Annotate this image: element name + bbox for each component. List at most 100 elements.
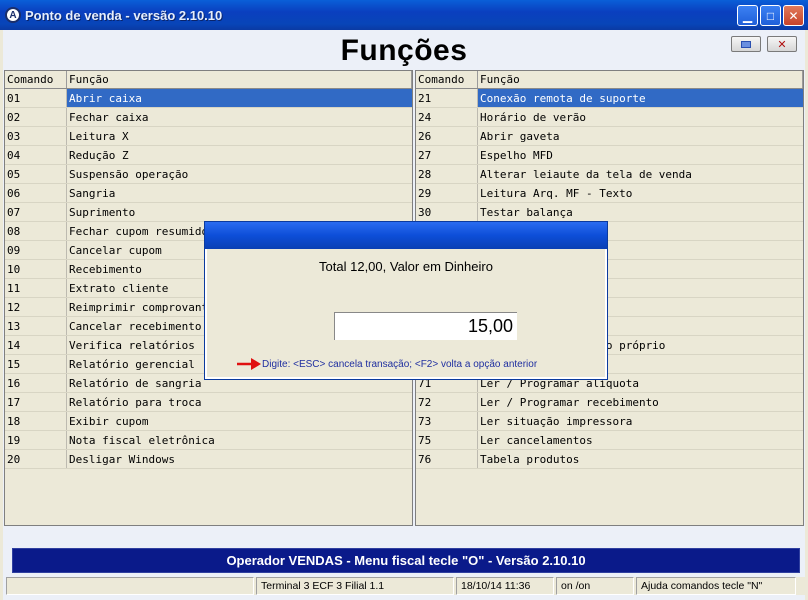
- status-banner: Operador VENDAS - Menu fiscal tecle "O" …: [12, 548, 800, 573]
- table-row[interactable]: 21 Conexão remota de suporte: [416, 89, 803, 108]
- cell-comando: 16: [5, 374, 67, 392]
- table-row[interactable]: 07 Suprimento: [5, 203, 412, 222]
- cell-comando: 29: [416, 184, 478, 202]
- cell-funcao: Leitura X: [69, 130, 129, 143]
- cell-funcao: Tabela produtos: [480, 453, 580, 466]
- table-row[interactable]: 72 Ler / Programar recebimento: [416, 393, 803, 412]
- cell-comando: 09: [5, 241, 67, 259]
- table-row[interactable]: 73 Ler situação impressora: [416, 412, 803, 431]
- cell-funcao: Sangria: [69, 187, 116, 200]
- cell-funcao: Relatório para troca: [69, 396, 202, 409]
- status-terminal: Terminal 3 ECF 3 Filial 1.1: [256, 577, 454, 595]
- cell-funcao: Alterar leiaute da tela de venda: [480, 168, 692, 181]
- table-row[interactable]: 76 Tabela produtos: [416, 450, 803, 469]
- cell-comando: 13: [5, 317, 67, 335]
- table-row[interactable]: 30 Testar balança: [416, 203, 803, 222]
- status-bar: Terminal 3 ECF 3 Filial 1.1 18/10/14 11:…: [6, 577, 808, 595]
- app-icon[interactable]: A: [5, 7, 21, 23]
- cell-comando: 27: [416, 146, 478, 164]
- table-row[interactable]: 19 Nota fiscal eletrônica: [5, 431, 412, 450]
- cell-comando: 06: [5, 184, 67, 202]
- table-row[interactable]: 04 Redução Z: [5, 146, 412, 165]
- minimize-button[interactable]: ▁: [737, 5, 758, 26]
- restore-icon: [741, 40, 751, 48]
- cell-funcao: Exibir cupom: [69, 415, 149, 428]
- table-row[interactable]: 02 Fechar caixa: [5, 108, 412, 127]
- cell-funcao: Ler situação impressora: [480, 415, 633, 428]
- cell-funcao: Abrir caixa: [67, 89, 412, 107]
- cell-comando: 14: [5, 336, 67, 354]
- table-row[interactable]: 18 Exibir cupom: [5, 412, 412, 431]
- table-row[interactable]: 20 Desligar Windows: [5, 450, 412, 469]
- cell-comando: 24: [416, 108, 478, 126]
- arrow-right-icon: [237, 358, 261, 370]
- dialog-body: Total 12,00, Valor em Dinheiro 15,00 Dig…: [207, 249, 605, 377]
- status-cell-empty: [6, 577, 254, 595]
- cell-funcao: Desligar Windows: [69, 453, 175, 466]
- table-row[interactable]: 24 Horário de verão: [416, 108, 803, 127]
- cell-comando: 02: [5, 108, 67, 126]
- maximize-button[interactable]: □: [760, 5, 781, 26]
- cell-funcao: Ler cancelamentos: [480, 434, 593, 447]
- table-row[interactable]: 27 Espelho MFD: [416, 146, 803, 165]
- table-row[interactable]: 75 Ler cancelamentos: [416, 431, 803, 450]
- cell-funcao: Fechar caixa: [69, 111, 149, 124]
- cell-comando: 10: [5, 260, 67, 278]
- cell-comando: 17: [5, 393, 67, 411]
- table-row[interactable]: 01 Abrir caixa: [5, 89, 412, 108]
- panel-controls: ✕: [731, 36, 797, 52]
- cell-funcao: Suprimento: [69, 206, 136, 219]
- cell-comando: 18: [5, 412, 67, 430]
- close-panel-button[interactable]: ✕: [767, 36, 797, 52]
- page-title: Funções: [340, 34, 468, 67]
- cell-comando: 07: [5, 203, 67, 221]
- restore-panel-button[interactable]: [731, 36, 761, 52]
- status-connection: on /on: [556, 577, 634, 595]
- status-help: Ajuda comandos tecle "N": [636, 577, 796, 595]
- cell-funcao: Abrir gaveta: [480, 130, 560, 143]
- cell-funcao: Espelho MFD: [480, 149, 553, 162]
- cell-comando: 04: [5, 146, 67, 164]
- table-row[interactable]: 06 Sangria: [5, 184, 412, 203]
- cell-comando: 01: [5, 89, 67, 107]
- table-header: Comando Função: [5, 71, 412, 89]
- table-header: Comando Função: [416, 71, 803, 89]
- cell-comando: 12: [5, 298, 67, 316]
- table-row[interactable]: 17 Relatório para troca: [5, 393, 412, 412]
- cell-comando: 20: [5, 450, 67, 468]
- close-button[interactable]: ✕: [783, 5, 804, 26]
- cell-comando: 08: [5, 222, 67, 240]
- header-funcao[interactable]: Função: [478, 71, 803, 88]
- cell-comando: 21: [416, 89, 478, 107]
- header-comando[interactable]: Comando: [5, 71, 67, 88]
- table-row[interactable]: 28 Alterar leiaute da tela de venda: [416, 165, 803, 184]
- cell-comando: 72: [416, 393, 478, 411]
- payment-dialog: Total 12,00, Valor em Dinheiro 15,00 Dig…: [204, 221, 608, 380]
- header-funcao[interactable]: Função: [67, 71, 412, 88]
- title-bar[interactable]: A Ponto de venda - versão 2.10.10 ▁ □ ✕: [0, 0, 808, 30]
- cell-comando: 19: [5, 431, 67, 449]
- dialog-hint: Digite: <ESC> cancela transação; <F2> vo…: [262, 359, 538, 370]
- status-datetime: 18/10/14 11:36: [456, 577, 554, 595]
- amount-input[interactable]: 15,00: [334, 312, 517, 340]
- header-comando[interactable]: Comando: [416, 71, 478, 88]
- dialog-title-bar[interactable]: [205, 222, 607, 249]
- dialog-message: Total 12,00, Valor em Dinheiro: [319, 259, 493, 274]
- cell-funcao: Testar balança: [480, 206, 573, 219]
- cell-funcao: Horário de verão: [480, 111, 586, 124]
- table-row[interactable]: 29 Leitura Arq. MF - Texto: [416, 184, 803, 203]
- cell-comando: 73: [416, 412, 478, 430]
- table-row[interactable]: 26 Abrir gaveta: [416, 127, 803, 146]
- cell-funcao: Leitura Arq. MF - Texto: [480, 187, 633, 200]
- cell-comando: 26: [416, 127, 478, 145]
- cell-comando: 15: [5, 355, 67, 373]
- cell-comando: 11: [5, 279, 67, 297]
- cell-comando: 28: [416, 165, 478, 183]
- table-row[interactable]: 05 Suspensão operação: [5, 165, 412, 184]
- cell-funcao: Ler / Programar recebimento: [480, 396, 659, 409]
- cell-funcao: Nota fiscal eletrônica: [69, 434, 215, 447]
- table-row[interactable]: 03 Leitura X: [5, 127, 412, 146]
- cell-comando: 75: [416, 431, 478, 449]
- cell-funcao: Redução Z: [69, 149, 129, 162]
- cell-funcao: Conexão remota de suporte: [478, 89, 803, 107]
